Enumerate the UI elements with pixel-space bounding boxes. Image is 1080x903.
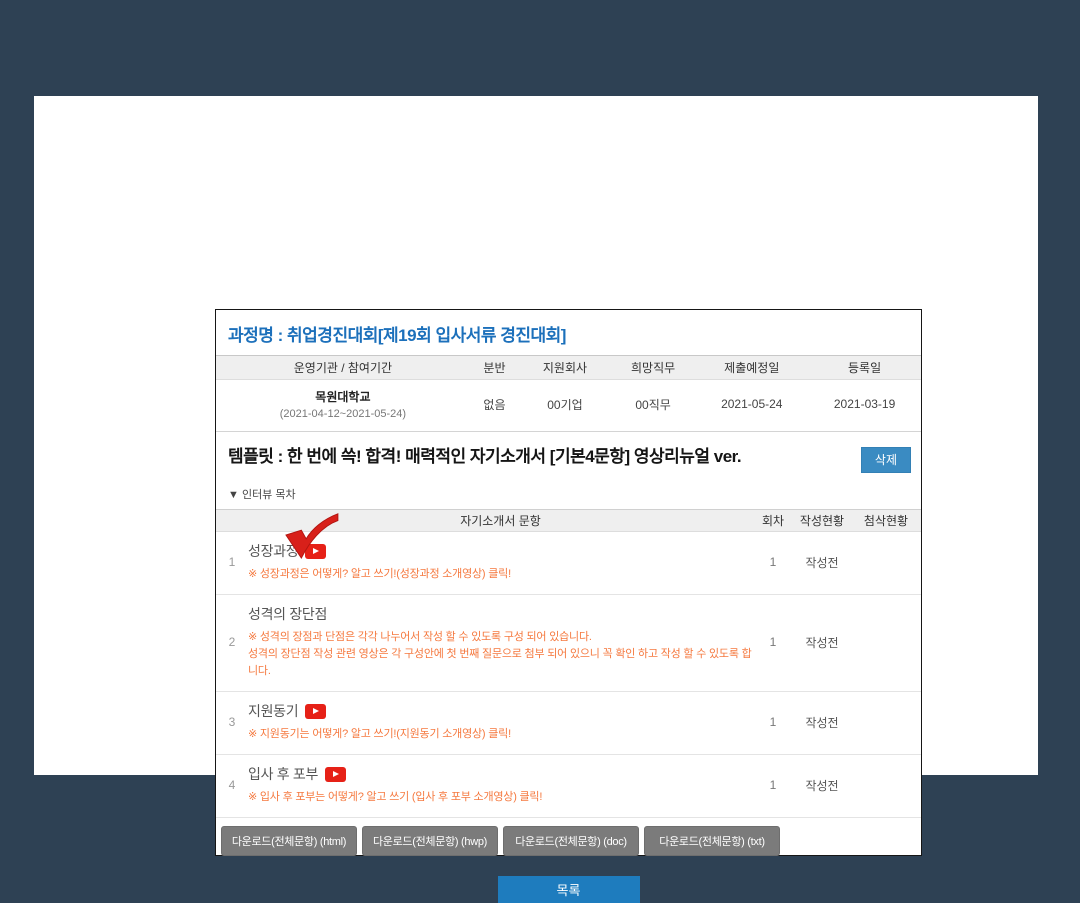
row-number: 3 [216, 715, 248, 729]
download-txt-button[interactable]: 다운로드(전체문항) (txt) [644, 826, 780, 856]
question-cell: 성격의 장단점 ※ 성격의 장점과 단점은 각각 나누어서 작성 할 수 있도록… [248, 604, 753, 680]
interview-row-aspiration: 4 입사 후 포부 ※ 입사 후 포부는 어떻게? 알고 쓰기 (입사 후 포부… [216, 755, 921, 818]
question-cell: 입사 후 포부 ※ 입사 후 포부는 어떻게? 알고 쓰기 (입사 후 포부 소… [248, 764, 753, 806]
organization-cell: 목원대학교 (2021-04-12~2021-05-24) [216, 388, 470, 420]
template-title: 템플릿 : 한 번에 쓱! 합격! 매력적인 자기소개서 [기본4문항] 영상리… [228, 447, 741, 467]
question-title[interactable]: 지원동기 [248, 701, 298, 721]
column-header-writing-status: 작성현황 [793, 512, 851, 529]
course-detail-panel: 과정명 : 취업경진대회[제19회 입사서류 경진대회] 운영기관 / 참여기간… [215, 309, 922, 856]
question-note: ※ 지원동기는 어떻게? 알고 쓰기!(지원동기 소개영상) 클릭! [248, 726, 753, 743]
question-note-line2: 성격의 장단점 작성 관련 영상은 각 구성안에 첫 번째 질문으로 첨부 되어… [248, 648, 752, 677]
question-title[interactable]: 성장과정 [248, 541, 298, 561]
list-button[interactable]: 목록 [498, 876, 640, 903]
writing-status-cell: 작성전 [793, 777, 851, 794]
question-note: ※ 입사 후 포부는 어떻게? 알고 쓰기 (입사 후 포부 소개영상) 클릭! [248, 789, 753, 806]
question-cell: 지원동기 ※ 지원동기는 어떻게? 알고 쓰기!(지원동기 소개영상) 클릭! [248, 701, 753, 743]
column-header-round: 회차 [753, 512, 793, 529]
download-button-row: 다운로드(전체문항) (html) 다운로드(전체문항) (hwp) 다운로드(… [221, 826, 921, 856]
youtube-play-icon[interactable] [305, 544, 326, 559]
company-cell: 00기업 [519, 396, 611, 413]
course-table-header: 운영기관 / 참여기간 분반 지원회사 희망직무 제출예정일 등록일 [216, 355, 921, 380]
question-title-row: 지원동기 [248, 701, 753, 721]
question-title-row: 입사 후 포부 [248, 764, 753, 784]
row-number: 2 [216, 635, 248, 649]
round-cell: 1 [753, 715, 793, 729]
question-title[interactable]: 성격의 장단점 [248, 604, 327, 624]
writing-status-cell: 작성전 [793, 634, 851, 651]
youtube-play-icon[interactable] [325, 767, 346, 782]
desired-job-cell: 00직무 [611, 396, 696, 413]
desktop-background: 과정명 : 취업경진대회[제19회 입사서류 경진대회] 운영기관 / 참여기간… [0, 0, 1080, 810]
column-header-company: 지원회사 [519, 359, 611, 376]
column-header-due-date: 제출예정일 [695, 359, 808, 376]
question-title-row: 성장과정 [248, 541, 753, 561]
column-header-desired-job: 희망직무 [611, 359, 696, 376]
delete-button[interactable]: 삭제 [861, 447, 911, 473]
writing-status-cell: 작성전 [793, 554, 851, 571]
list-button-row: 목록 [216, 876, 921, 903]
round-cell: 1 [753, 555, 793, 569]
interview-row-motivation: 3 지원동기 ※ 지원동기는 어떻게? 알고 쓰기!(지원동기 소개영상) 클릭… [216, 692, 921, 755]
download-doc-button[interactable]: 다운로드(전체문항) (doc) [503, 826, 639, 856]
round-cell: 1 [753, 778, 793, 792]
participation-period: (2021-04-12~2021-05-24) [216, 408, 470, 420]
row-number: 4 [216, 778, 248, 792]
registered-date-cell: 2021-03-19 [808, 397, 921, 411]
question-cell: 성장과정 ※ 성장과정은 어떻게? 알고 쓰기!(성장과정 소개영상) 클릭! [248, 541, 753, 583]
question-note: ※ 성장과정은 어떻게? 알고 쓰기!(성장과정 소개영상) 클릭! [248, 566, 753, 583]
round-cell: 1 [753, 635, 793, 649]
writing-status-cell: 작성전 [793, 714, 851, 731]
interview-table-header: 자기소개서 문항 회차 작성현황 첨삭현황 [216, 509, 921, 532]
question-title-row: 성격의 장단점 [248, 604, 753, 624]
question-note: ※ 성격의 장점과 단점은 각각 나누어서 작성 할 수 있도록 구성 되어 있… [248, 629, 753, 680]
download-html-button[interactable]: 다운로드(전체문항) (html) [221, 826, 357, 856]
document-page: 과정명 : 취업경진대회[제19회 입사서류 경진대회] 운영기관 / 참여기간… [34, 96, 1038, 775]
course-title: 과정명 : 취업경진대회[제19회 입사서류 경진대회] [216, 310, 921, 355]
row-number: 1 [216, 555, 248, 569]
organization-name: 목원대학교 [216, 388, 470, 405]
question-title[interactable]: 입사 후 포부 [248, 764, 318, 784]
interview-row-personality: 2 성격의 장단점 ※ 성격의 장점과 단점은 각각 나누어서 작성 할 수 있… [216, 595, 921, 692]
column-header-question: 자기소개서 문항 [248, 512, 753, 529]
question-note-line1: ※ 성격의 장점과 단점은 각각 나누어서 작성 할 수 있도록 구성 되어 있… [248, 631, 592, 643]
column-header-organization-period: 운영기관 / 참여기간 [216, 359, 470, 376]
interview-row-growth: 1 성장과정 ※ 성장과정은 어떻게? 알고 쓰기!(성장과정 소개영상) 클릭… [216, 532, 921, 595]
column-header-feedback-status: 첨삭현황 [851, 512, 921, 529]
youtube-play-icon[interactable] [305, 704, 326, 719]
due-date-cell: 2021-05-24 [695, 397, 808, 411]
class-cell: 없음 [470, 396, 519, 413]
course-table-row: 목원대학교 (2021-04-12~2021-05-24) 없음 00기업 00… [216, 380, 921, 432]
download-hwp-button[interactable]: 다운로드(전체문항) (hwp) [362, 826, 498, 856]
column-header-registered-date: 등록일 [808, 359, 921, 376]
column-header-class: 분반 [470, 359, 519, 376]
interview-toc-label: ▼ 인터뷰 목차 [228, 486, 909, 502]
template-header-row: 템플릿 : 한 번에 쓱! 합격! 매력적인 자기소개서 [기본4문항] 영상리… [228, 447, 911, 473]
